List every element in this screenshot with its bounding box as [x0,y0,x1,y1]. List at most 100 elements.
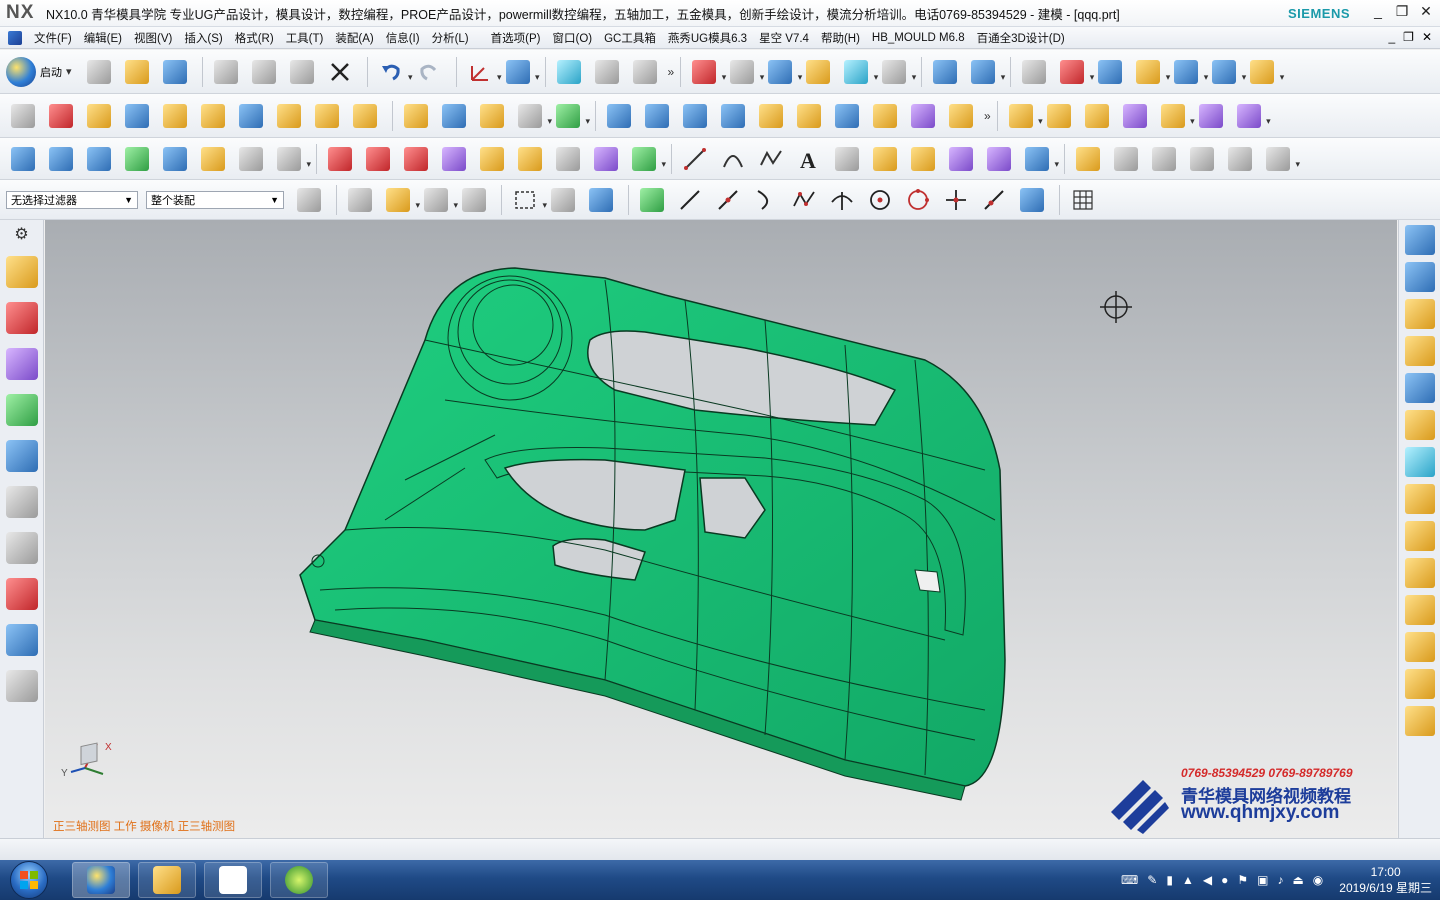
menu-file[interactable]: 文件(F) [28,30,78,46]
minimize-button[interactable]: _ [1370,3,1386,20]
windows-start-button[interactable] [10,861,48,899]
tube-button[interactable] [196,99,230,133]
pattern-face-button[interactable] [1156,99,1195,133]
insert-icon[interactable] [1404,484,1435,514]
draft-button[interactable] [640,99,674,133]
measure-button[interactable] [1093,55,1127,89]
close-button[interactable]: ✕ [1418,3,1434,20]
pull-face-button[interactable] [1042,99,1076,133]
line-button[interactable] [678,142,712,176]
info-object-button[interactable] [628,55,662,89]
dimension-button[interactable] [1245,55,1284,89]
more-tools-2[interactable]: » [984,109,991,123]
update-icon[interactable]: ◉ [1313,873,1323,887]
thicken-button[interactable] [716,99,750,133]
background-button[interactable] [877,55,916,89]
menu-baitong[interactable]: 百通全3D设计(D) [971,30,1071,46]
constraint-navigator-icon[interactable] [5,302,38,334]
intersect-curve-button[interactable] [906,142,940,176]
notification-icon[interactable]: ▲ [1182,873,1194,887]
reflection-button[interactable] [475,142,509,176]
bounded-plane-button[interactable] [272,142,311,176]
network-icon[interactable]: ▣ [1257,873,1268,887]
n-sided-button[interactable] [158,142,192,176]
menu-xingkong[interactable]: 星空 V7.4 [753,30,815,46]
wcs-button[interactable] [463,55,502,89]
part-navigator-icon[interactable] [5,348,38,380]
snap-point-on-line-button[interactable] [977,183,1011,217]
curvature-button[interactable] [513,142,547,176]
slider-icon[interactable] [1404,410,1435,440]
usb-icon[interactable]: ⏏ [1292,873,1303,887]
doc-minimize-button[interactable]: _ [1388,30,1395,44]
taskbar-clock[interactable]: 17:00 2019/6/19 星期三 [1339,864,1432,896]
ejector-pin-icon[interactable] [1404,336,1435,366]
snap-existing-point-button[interactable] [939,183,973,217]
app-menu-icon[interactable] [8,30,22,45]
move-object-button[interactable] [590,55,624,89]
scope-select[interactable]: 整个装配 ▼ [146,190,284,209]
more-tools-1[interactable]: » [668,65,675,79]
join-curve-button[interactable] [1223,142,1257,176]
paste-button[interactable] [285,55,319,89]
pocket-button[interactable] [348,99,382,133]
snap-enable-button[interactable] [635,183,669,217]
isoparametric-curve-button[interactable] [1020,142,1059,176]
trim-curve-button[interactable] [1071,142,1105,176]
open-button[interactable] [120,55,154,89]
styled-sweep-button[interactable] [196,142,230,176]
sweep-button[interactable] [158,99,192,133]
taskbar-explorer[interactable] [138,862,196,898]
split-body-button[interactable] [830,99,864,133]
snap-midpoint-button[interactable] [711,183,745,217]
select-body-button[interactable] [546,183,580,217]
transform-button[interactable] [552,55,586,89]
menu-view[interactable]: 视图(V) [128,30,178,46]
menu-tools[interactable]: 工具(T) [280,30,330,46]
input-method-icon[interactable]: ✎ [1147,873,1157,887]
trim-body-button[interactable] [513,99,552,133]
resize-blend-button[interactable] [1080,99,1114,133]
part-navigator-button[interactable] [1017,55,1051,89]
hole-button[interactable] [234,99,268,133]
guide-pin-icon[interactable] [1404,669,1435,699]
select-feature-button[interactable] [457,183,491,217]
chamfer-button[interactable] [678,99,712,133]
roles-icon[interactable] [5,670,38,702]
display-shaded-button[interactable] [323,142,357,176]
through-mesh-button[interactable] [82,142,116,176]
unite-button[interactable] [475,99,509,133]
redo-button[interactable] [412,55,446,89]
text-button[interactable]: A [792,142,826,176]
face-blend-button[interactable] [754,99,788,133]
wave-link-button[interactable] [928,55,962,89]
menu-yanxiu[interactable]: 燕秀UG模具6.3 [662,30,753,46]
mirror-button[interactable] [1169,55,1208,89]
menu-analysis[interactable]: 分析(L) [426,30,475,46]
speaker-icon[interactable]: ◀ [1203,873,1212,887]
replace-face-button[interactable] [906,99,940,133]
menu-edit[interactable]: 编辑(E) [78,30,128,46]
extract-curve-button[interactable] [982,142,1016,176]
mirror-face-button[interactable] [1194,99,1228,133]
delete-button[interactable] [323,55,357,89]
snap-view-button[interactable] [501,55,540,89]
assembly-constraint-button[interactable] [966,55,1005,89]
mold-wizard-icon[interactable] [1404,225,1435,255]
menu-preferences[interactable]: 首选项(P) [485,30,547,46]
display-wireframe-button[interactable] [361,142,395,176]
menu-assembly[interactable]: 装配(A) [329,30,379,46]
menu-format[interactable]: 格式(R) [229,30,280,46]
plate-icon[interactable] [1404,595,1435,625]
layer-button[interactable] [839,55,878,89]
menu-insert[interactable]: 插入(S) [178,30,228,46]
divide-curve-button[interactable] [1109,142,1143,176]
sew-button[interactable] [868,99,902,133]
label-chamfer-button[interactable] [1118,99,1152,133]
type-filter-select[interactable]: 无选择过滤器 ▼ [6,190,138,209]
move-handle-icon[interactable] [1404,262,1435,292]
system-materials-icon[interactable] [5,578,38,610]
reuse-library-icon[interactable] [5,394,38,426]
process-studio-icon[interactable] [5,624,38,656]
lifter-icon[interactable] [1404,521,1435,551]
